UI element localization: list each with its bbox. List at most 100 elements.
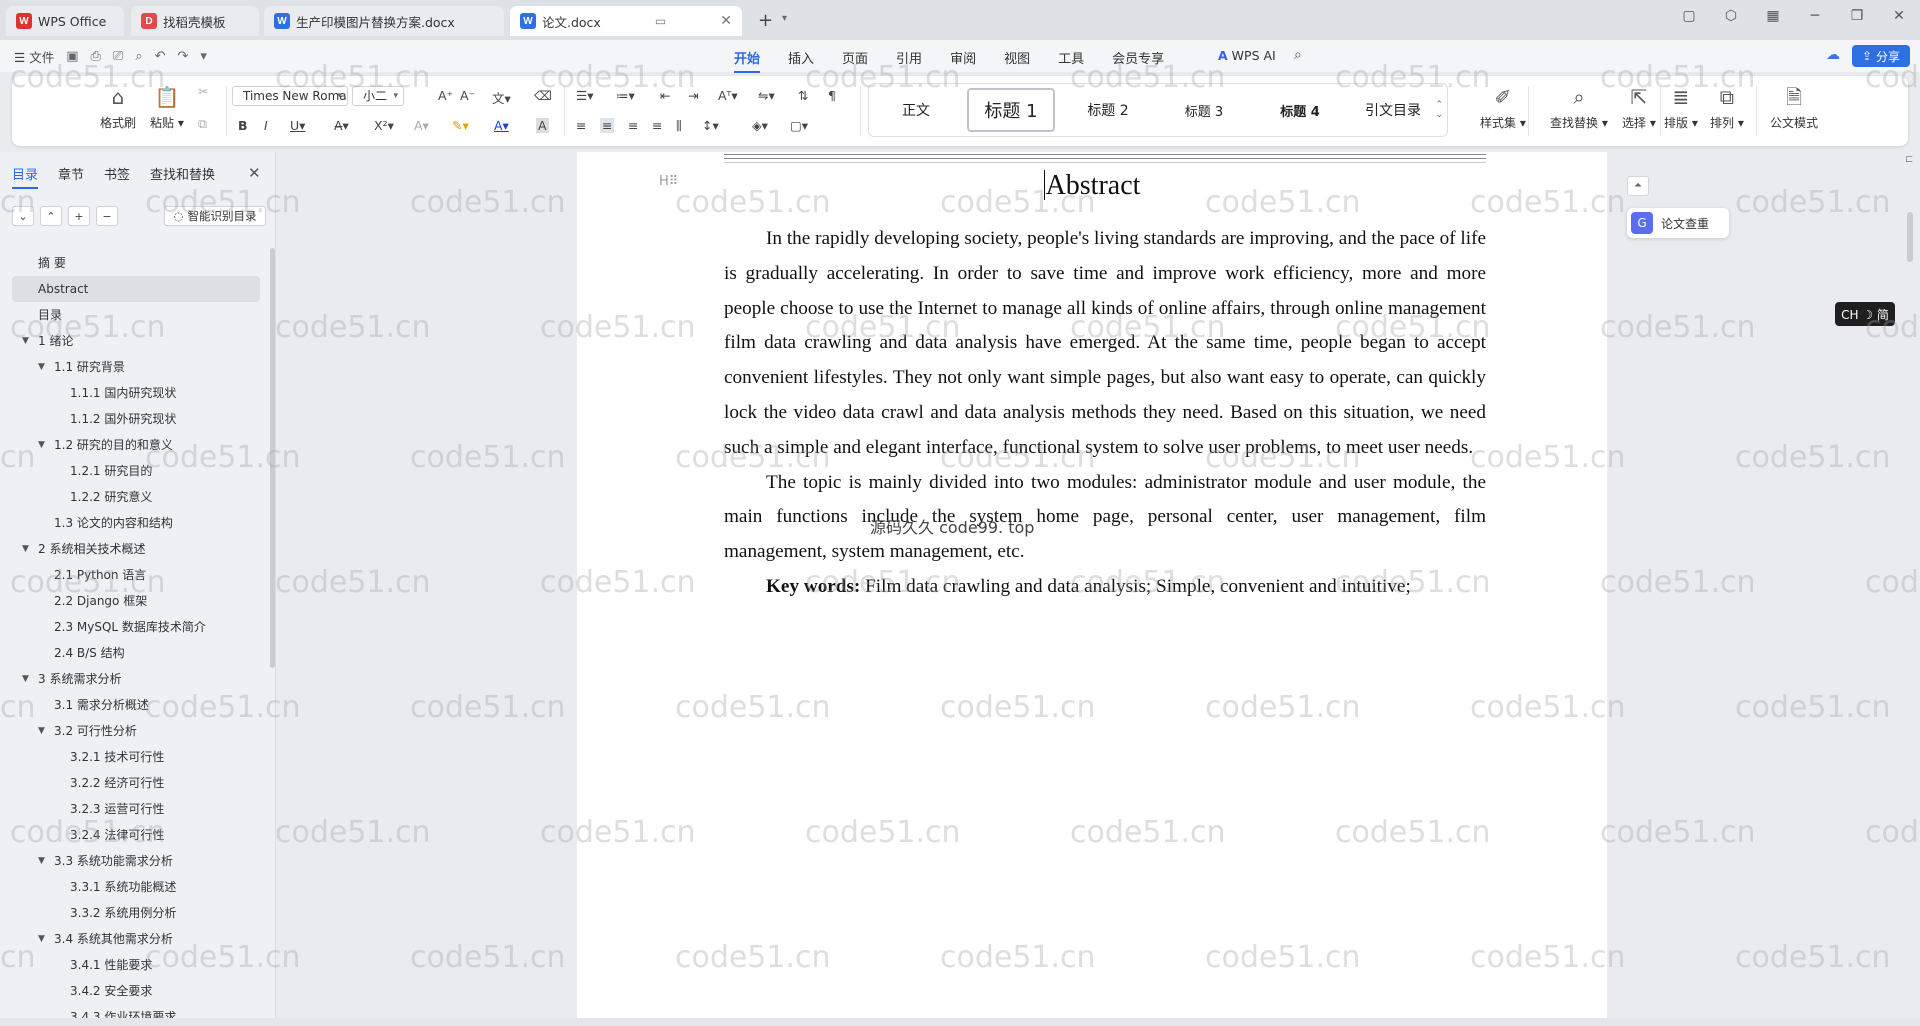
menu-view[interactable]: 视图 (1004, 48, 1030, 67)
toc-item[interactable]: 3.2.4 法律可行性 (0, 822, 268, 848)
gallery-expand-icon[interactable]: ⌃ ⌄ (1435, 100, 1443, 120)
underline-icon[interactable]: U▾ (290, 118, 305, 133)
font-color-icon[interactable]: A▾ (494, 118, 509, 133)
close-window-button[interactable]: ✕ (1888, 8, 1910, 24)
menu-home[interactable]: 开始 (734, 48, 761, 73)
save-icon[interactable]: ▣ (66, 49, 78, 64)
text-effect-icon[interactable]: A▾ (414, 118, 429, 133)
distributed-icon[interactable]: ⫼ (676, 118, 682, 134)
remove-icon[interactable]: − (96, 206, 118, 226)
paper-check-button[interactable]: G 论文查重 (1627, 208, 1729, 238)
sort-icon[interactable]: ⇅ (798, 88, 808, 103)
line-spacing-icon[interactable]: ↕▾ (702, 118, 719, 133)
typeset-button[interactable]: ≣ 排版 ▾ (1664, 84, 1698, 131)
expand-arrow-icon[interactable]: ▼ (38, 848, 45, 874)
toc-item[interactable]: 摘 要 (0, 250, 268, 276)
line-break-icon[interactable]: ⇋▾ (758, 88, 775, 103)
document-scrollbar[interactable] (1907, 212, 1913, 262)
toc-item[interactable]: ▼ 3.2 可行性分析 (0, 718, 268, 744)
toc-item[interactable]: 3.2.3 运营可行性 (0, 796, 268, 822)
italic-icon[interactable]: I (264, 118, 268, 133)
toc-item[interactable]: 1.3 论文的内容和结构 (0, 510, 268, 536)
menu-references[interactable]: 引用 (896, 48, 922, 67)
toc-item[interactable]: 3.3.2 系统用例分析 (0, 900, 268, 926)
toc-item[interactable]: ▼ 1.2 研究的目的和意义 (0, 432, 268, 458)
tab-find-replace[interactable]: 查找和替换 (150, 164, 215, 183)
ruler-toggle-icon[interactable]: ⊏ (1905, 154, 1913, 165)
clear-format-icon[interactable]: ⌫ (534, 88, 552, 103)
tab-doc-production[interactable]: W 生产印模图片替换方案.docx (264, 6, 504, 36)
toc-item[interactable]: 1.2.2 研究意义 (0, 484, 268, 510)
style-heading-4[interactable]: 标题 4 (1255, 84, 1345, 136)
close-icon[interactable]: ✕ (720, 13, 732, 29)
toc-item[interactable]: ▼ 2 系统相关技术概述 (0, 536, 268, 562)
toc-item[interactable]: 3.3.1 系统功能概述 (0, 874, 268, 900)
collapse-up-icon[interactable]: ⌃ (40, 206, 62, 226)
align-right-icon[interactable]: ≡ (628, 118, 638, 133)
decrease-indent-icon[interactable]: ⇤ (660, 88, 670, 103)
toc-item[interactable]: 3.2.2 经济可行性 (0, 770, 268, 796)
toc-item[interactable]: 3.2.1 技术可行性 (0, 744, 268, 770)
style-set-button[interactable]: ✐ 样式集 ▾ (1480, 84, 1526, 131)
collapse-panel-icon[interactable]: ⏶ (1627, 176, 1649, 196)
avatar[interactable]: ▦ (1762, 8, 1784, 24)
expand-arrow-icon[interactable]: ▼ (22, 536, 29, 562)
toc-item[interactable]: 3.4.1 性能要求 (0, 952, 268, 978)
menu-tools[interactable]: 工具 (1058, 48, 1084, 67)
toc-item[interactable]: 1.2.1 研究目的 (0, 458, 268, 484)
redo-icon[interactable]: ↷ (178, 49, 189, 64)
shrink-font-icon[interactable]: A⁻ (460, 88, 475, 103)
print-icon[interactable]: ⎚ (113, 49, 123, 64)
search-icon[interactable]: ⌕ (1294, 47, 1302, 63)
font-size-select[interactable]: 小二 ▾ (352, 86, 404, 106)
layout-icon[interactable]: ▢ (1678, 8, 1700, 24)
superscript-icon[interactable]: X²▾ (374, 118, 394, 133)
document-page[interactable]: H⠿ Abstract In the rapidly developing so… (577, 152, 1607, 1018)
doc-body[interactable]: In the rapidly developing society, peopl… (724, 222, 1486, 605)
toc-item[interactable]: 2.2 Django 框架 (0, 588, 268, 614)
bold-icon[interactable]: B (238, 118, 248, 133)
tab-toc[interactable]: 目录 (12, 164, 39, 189)
find-replace-button[interactable]: ⌕ 查找替换 ▾ (1550, 84, 1608, 131)
ime-indicator[interactable]: CH ☽ 简 (1835, 302, 1895, 326)
justify-icon[interactable]: ≡ (652, 118, 662, 133)
align-center-icon[interactable]: ≡ (600, 118, 615, 133)
tab-window-icon[interactable]: ▭ (655, 14, 666, 28)
phonetic-icon[interactable]: 文▾ (492, 88, 511, 107)
tab-wps-office[interactable]: W WPS Office (6, 6, 124, 36)
format-painter-button[interactable]: ⌂ 格式刷 (100, 84, 136, 131)
expand-down-icon[interactable]: ⌄ (12, 206, 34, 226)
expand-arrow-icon[interactable]: ▼ (38, 926, 45, 952)
bullet-list-icon[interactable]: ☰▾ (576, 88, 593, 103)
new-tab-button[interactable]: + (758, 10, 773, 31)
cloud-sync-icon[interactable]: ☁ (1826, 47, 1840, 63)
chevron-down-icon[interactable]: ▾ (782, 13, 787, 24)
toc-item[interactable]: ▼ 3 系统需求分析 (0, 666, 268, 692)
style-toc-citation[interactable]: 引文目录 (1351, 84, 1435, 136)
minimize-button[interactable]: ─ (1804, 8, 1826, 24)
style-heading-1[interactable]: 标题 1 (967, 88, 1055, 132)
undo-icon[interactable]: ↶ (155, 49, 166, 64)
expand-arrow-icon[interactable]: ▼ (22, 666, 29, 692)
select-button[interactable]: ⇱ 选择 ▾ (1622, 84, 1656, 131)
menu-member[interactable]: 会员专享 (1112, 48, 1164, 67)
file-menu[interactable]: ☰ 文件 (14, 47, 54, 66)
tab-sections[interactable]: 章节 (58, 164, 84, 183)
toc-item[interactable]: 目录 (0, 302, 268, 328)
toc-item[interactable]: 2.4 B/S 结构 (0, 640, 268, 666)
toc-item[interactable]: Abstract (12, 276, 260, 302)
doc-heading[interactable]: Abstract (577, 170, 1607, 202)
arrange-button[interactable]: ⧉ 排列 ▾ (1710, 84, 1744, 131)
style-normal[interactable]: 正文 (871, 84, 961, 136)
toc-item[interactable]: 2.1 Python 语言 (0, 562, 268, 588)
official-mode-button[interactable]: 🗎 公文模式 (1770, 84, 1818, 131)
expand-arrow-icon[interactable]: ▼ (38, 718, 45, 744)
cube-icon[interactable]: ⬡ (1720, 8, 1742, 24)
menu-review[interactable]: 审阅 (950, 48, 976, 67)
close-icon[interactable]: ✕ (248, 164, 261, 182)
toc-item[interactable]: 3.4.2 安全要求 (0, 978, 268, 1004)
font-name-select[interactable]: Times New Roma ▾ (232, 86, 348, 106)
expand-arrow-icon[interactable]: ▼ (22, 328, 29, 354)
copy-icon[interactable]: ⧉ (198, 116, 207, 132)
text-direction-icon[interactable]: Aᵀ▾ (718, 88, 738, 103)
